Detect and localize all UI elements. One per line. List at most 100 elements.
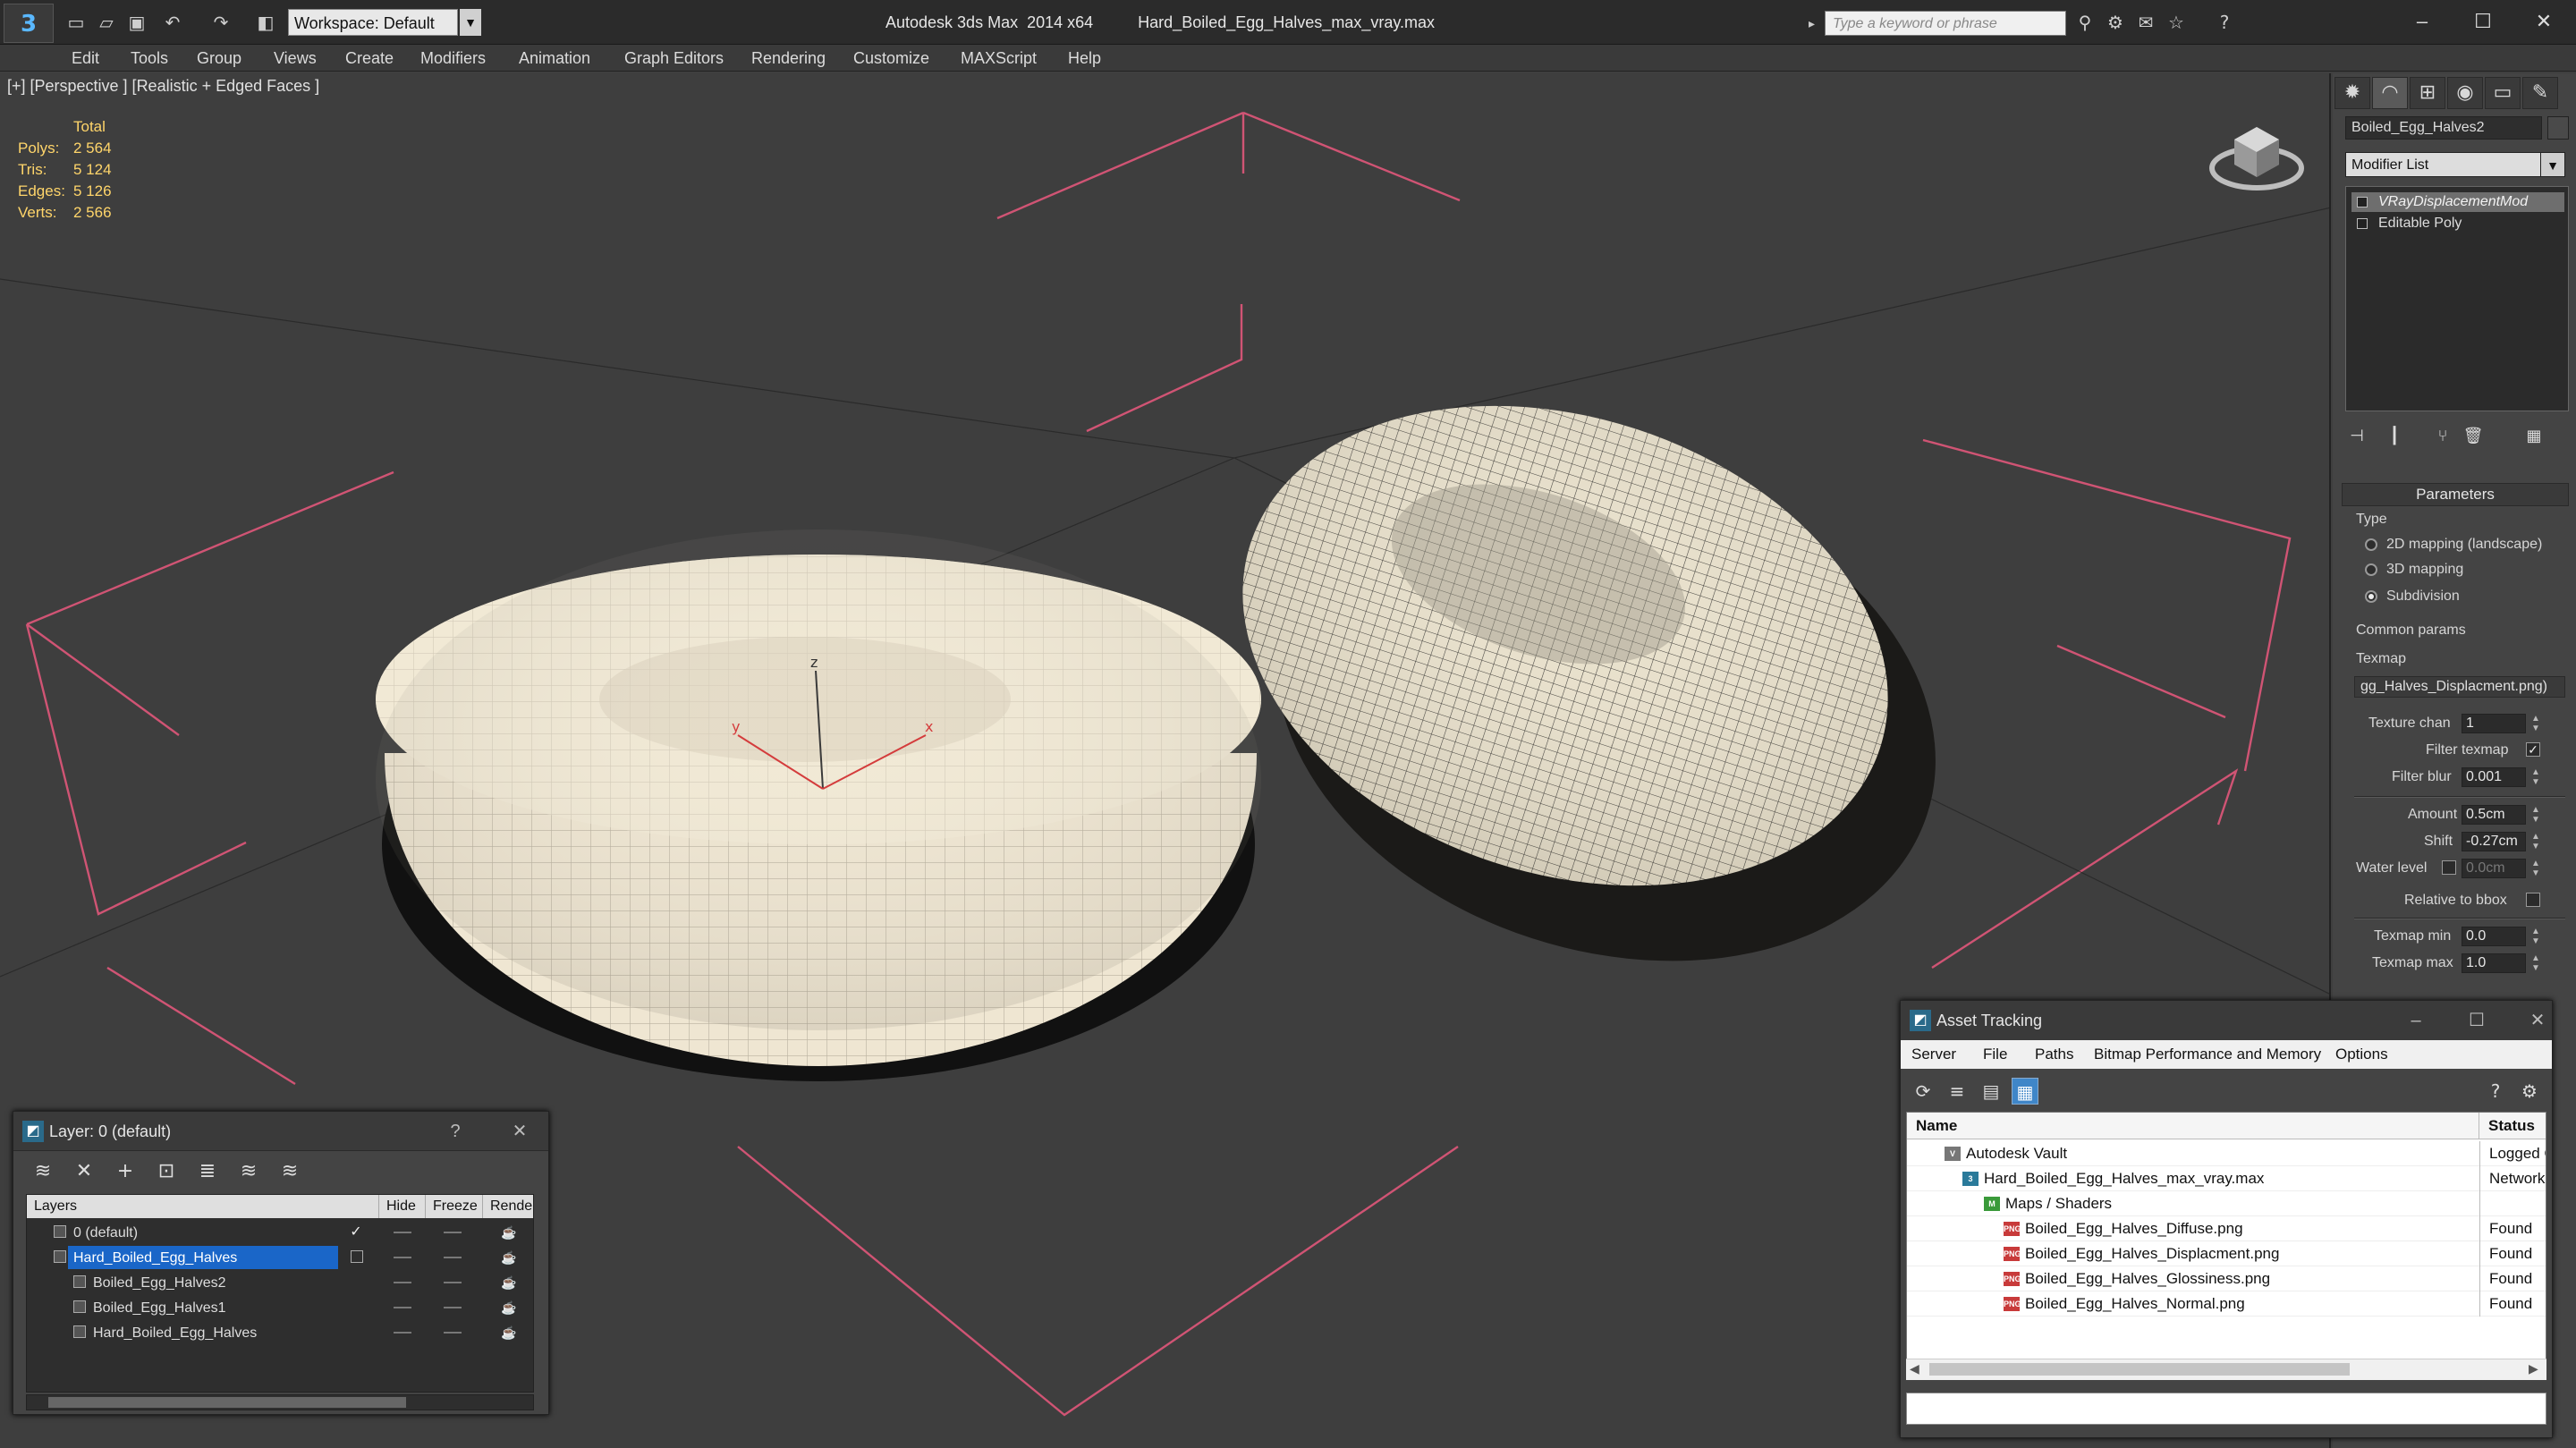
column-header-layers[interactable]: Layers bbox=[27, 1195, 379, 1218]
minimize-icon[interactable]: – bbox=[2398, 1001, 2434, 1040]
water-level-checkbox[interactable] bbox=[2442, 860, 2456, 875]
binoculars-icon[interactable]: ⚲ bbox=[2072, 9, 2098, 36]
undo-icon[interactable]: ↶ bbox=[159, 9, 186, 36]
teapot-icon[interactable]: ☕ bbox=[501, 1226, 516, 1239]
select-in-layer-icon[interactable]: ⊡ bbox=[151, 1158, 182, 1185]
stack-item-vraydisplacementmod[interactable]: VRayDisplacementMod bbox=[2351, 192, 2564, 212]
layer-dialog-titlebar[interactable]: ◩ Layer: 0 (default) ? ✕ bbox=[13, 1112, 548, 1151]
project-folder-icon[interactable]: ◧ bbox=[252, 9, 279, 36]
layer-row[interactable]: Hard_Boiled_Egg_Halves ☕ bbox=[27, 1320, 533, 1345]
list-view-icon[interactable]: ≡ bbox=[1944, 1078, 1970, 1105]
scrollbar-thumb[interactable] bbox=[1929, 1363, 2350, 1376]
spinner-icon[interactable]: ▲ ▼ bbox=[2529, 832, 2542, 851]
shift-input[interactable]: -0.27cm bbox=[2462, 832, 2526, 851]
scroll-right-icon[interactable]: ▶ bbox=[2529, 1361, 2538, 1376]
settings-icon[interactable]: ⚙ bbox=[2516, 1078, 2543, 1105]
menu-group[interactable]: Group bbox=[197, 45, 242, 72]
asset-row[interactable]: M Maps / Shaders bbox=[1907, 1191, 2546, 1216]
workspace-dropdown[interactable]: Workspace: Default bbox=[288, 9, 458, 36]
asset-menu-paths[interactable]: Paths bbox=[2035, 1040, 2073, 1069]
egg-half-right[interactable] bbox=[1180, 326, 2001, 1043]
texmap-max-input[interactable]: 1.0 bbox=[2462, 953, 2526, 973]
freeze-toggle[interactable] bbox=[444, 1232, 462, 1233]
app-logo-icon[interactable]: 3 bbox=[4, 4, 54, 43]
menu-help[interactable]: Help bbox=[1068, 45, 1101, 72]
freeze-toggle[interactable] bbox=[444, 1332, 462, 1334]
menu-graph-editors[interactable]: Graph Editors bbox=[624, 45, 724, 72]
menu-modifiers[interactable]: Modifiers bbox=[420, 45, 486, 72]
asset-menu-file[interactable]: File bbox=[1983, 1040, 2007, 1069]
hide-toggle[interactable] bbox=[394, 1232, 411, 1233]
modifier-list-dropdown[interactable]: Modifier List bbox=[2345, 152, 2565, 177]
configure-modifier-sets-icon[interactable]: ▦ bbox=[2519, 424, 2549, 449]
amount-input[interactable]: 0.5cm bbox=[2462, 805, 2526, 825]
asset-row[interactable]: 3 Hard_Boiled_Egg_Halves_max_vray.max Ne… bbox=[1907, 1166, 2546, 1191]
asset-menu-server[interactable]: Server bbox=[1911, 1040, 1956, 1069]
spinner-icon[interactable]: ▲ ▼ bbox=[2529, 805, 2542, 825]
object-name-field[interactable]: Boiled_Egg_Halves2 bbox=[2345, 116, 2542, 140]
layer-row[interactable]: Boiled_Egg_Halves2 ☕ bbox=[27, 1270, 533, 1295]
column-header-status[interactable]: Status bbox=[2479, 1113, 2546, 1139]
close-icon[interactable]: ✕ bbox=[2526, 5, 2562, 38]
set-active-checkbox[interactable] bbox=[351, 1250, 363, 1263]
asset-tracking-titlebar[interactable]: ◩ Asset Tracking – ☐ ✕ bbox=[1901, 1001, 2552, 1040]
open-file-icon[interactable]: ▱ bbox=[93, 9, 120, 36]
layer-row[interactable]: Boiled_Egg_Halves1 ☕ bbox=[27, 1295, 533, 1320]
utilities-tab-icon[interactable]: ✎ bbox=[2522, 77, 2558, 109]
create-tab-icon[interactable]: ✹ bbox=[2334, 77, 2370, 109]
hierarchy-tab-icon[interactable]: ⊞ bbox=[2410, 77, 2445, 109]
texture-chan-input[interactable]: 1 bbox=[2462, 714, 2526, 733]
chevron-down-icon[interactable]: ▼ bbox=[2540, 152, 2565, 177]
freeze-toggle[interactable] bbox=[444, 1257, 462, 1258]
maximize-icon[interactable]: ☐ bbox=[2465, 5, 2501, 38]
add-to-layer-icon[interactable]: + bbox=[110, 1158, 140, 1185]
spinner-icon[interactable]: ▲ ▼ bbox=[2529, 767, 2542, 787]
asset-menu-bitmap-performance[interactable]: Bitmap Performance and Memory bbox=[2094, 1040, 2321, 1069]
texmap-min-input[interactable]: 0.0 bbox=[2462, 927, 2526, 946]
save-file-icon[interactable]: ▣ bbox=[123, 9, 150, 36]
asset-row[interactable]: V Autodesk Vault Logged O bbox=[1907, 1141, 2546, 1166]
maximize-icon[interactable]: ☐ bbox=[2459, 1001, 2495, 1040]
create-layer-icon[interactable]: ≋ bbox=[28, 1158, 58, 1185]
asset-row[interactable]: PNG Boiled_Egg_Halves_Displacment.png Fo… bbox=[1907, 1241, 2546, 1266]
hide-all-layers-icon[interactable]: ≋ bbox=[233, 1158, 264, 1185]
column-header-name[interactable]: Name bbox=[1907, 1113, 2479, 1139]
menu-views[interactable]: Views bbox=[274, 45, 317, 72]
column-header-render[interactable]: Rende bbox=[483, 1195, 533, 1218]
asset-row[interactable]: PNG Boiled_Egg_Halves_Diffuse.png Found bbox=[1907, 1216, 2546, 1241]
show-end-result-icon[interactable]: ┃ bbox=[2379, 424, 2410, 449]
help-icon[interactable]: ? bbox=[437, 1112, 473, 1151]
texmap-button[interactable]: gg_Halves_Displacment.png) bbox=[2354, 676, 2565, 698]
modify-tab-icon[interactable]: ◠ bbox=[2372, 77, 2408, 109]
search-input[interactable]: Type a keyword or phrase bbox=[1825, 11, 2066, 36]
freeze-toggle[interactable] bbox=[444, 1307, 462, 1308]
hide-toggle[interactable] bbox=[394, 1282, 411, 1283]
favorites-icon[interactable]: ☆ bbox=[2163, 9, 2190, 36]
asset-row[interactable]: PNG Boiled_Egg_Halves_Glossiness.png Fou… bbox=[1907, 1266, 2546, 1291]
stack-item-editable-poly[interactable]: Editable Poly bbox=[2351, 214, 2564, 233]
display-tab-icon[interactable]: ▭ bbox=[2485, 77, 2521, 109]
viewport-label[interactable]: [+] [Perspective ] [Realistic + Edged Fa… bbox=[7, 77, 319, 96]
filter-blur-input[interactable]: 0.001 bbox=[2462, 767, 2526, 787]
layer-row[interactable]: 0 (default) ✓ ☕ bbox=[27, 1220, 533, 1245]
detail-view-icon[interactable]: ▤ bbox=[1978, 1078, 2004, 1105]
spinner-icon[interactable]: ▲ ▼ bbox=[2529, 859, 2542, 878]
spinner-icon[interactable]: ▲ ▼ bbox=[2529, 953, 2542, 973]
egg-half-left[interactable] bbox=[376, 529, 1261, 1081]
make-unique-icon[interactable]: ⑂ bbox=[2428, 424, 2458, 449]
menu-tools[interactable]: Tools bbox=[131, 45, 168, 72]
minimize-icon[interactable]: – bbox=[2404, 5, 2440, 38]
spinner-icon[interactable]: ▲ ▼ bbox=[2529, 714, 2542, 733]
help-icon[interactable]: ? bbox=[2482, 1078, 2509, 1105]
object-color-swatch[interactable] bbox=[2547, 116, 2569, 140]
radio-2d-mapping[interactable] bbox=[2365, 538, 2377, 551]
column-header-hide[interactable]: Hide bbox=[379, 1195, 426, 1218]
lightbulb-icon[interactable] bbox=[2357, 197, 2368, 207]
subscription-icon[interactable]: ⚙ bbox=[2102, 9, 2129, 36]
menu-animation[interactable]: Animation bbox=[519, 45, 590, 72]
active-layer-check-icon[interactable]: ✓ bbox=[347, 1220, 365, 1245]
filter-texmap-checkbox[interactable]: ✓ bbox=[2526, 742, 2540, 757]
radio-3d-mapping[interactable] bbox=[2365, 563, 2377, 576]
hide-toggle[interactable] bbox=[394, 1332, 411, 1334]
scroll-left-icon[interactable]: ◀ bbox=[1910, 1361, 1919, 1376]
